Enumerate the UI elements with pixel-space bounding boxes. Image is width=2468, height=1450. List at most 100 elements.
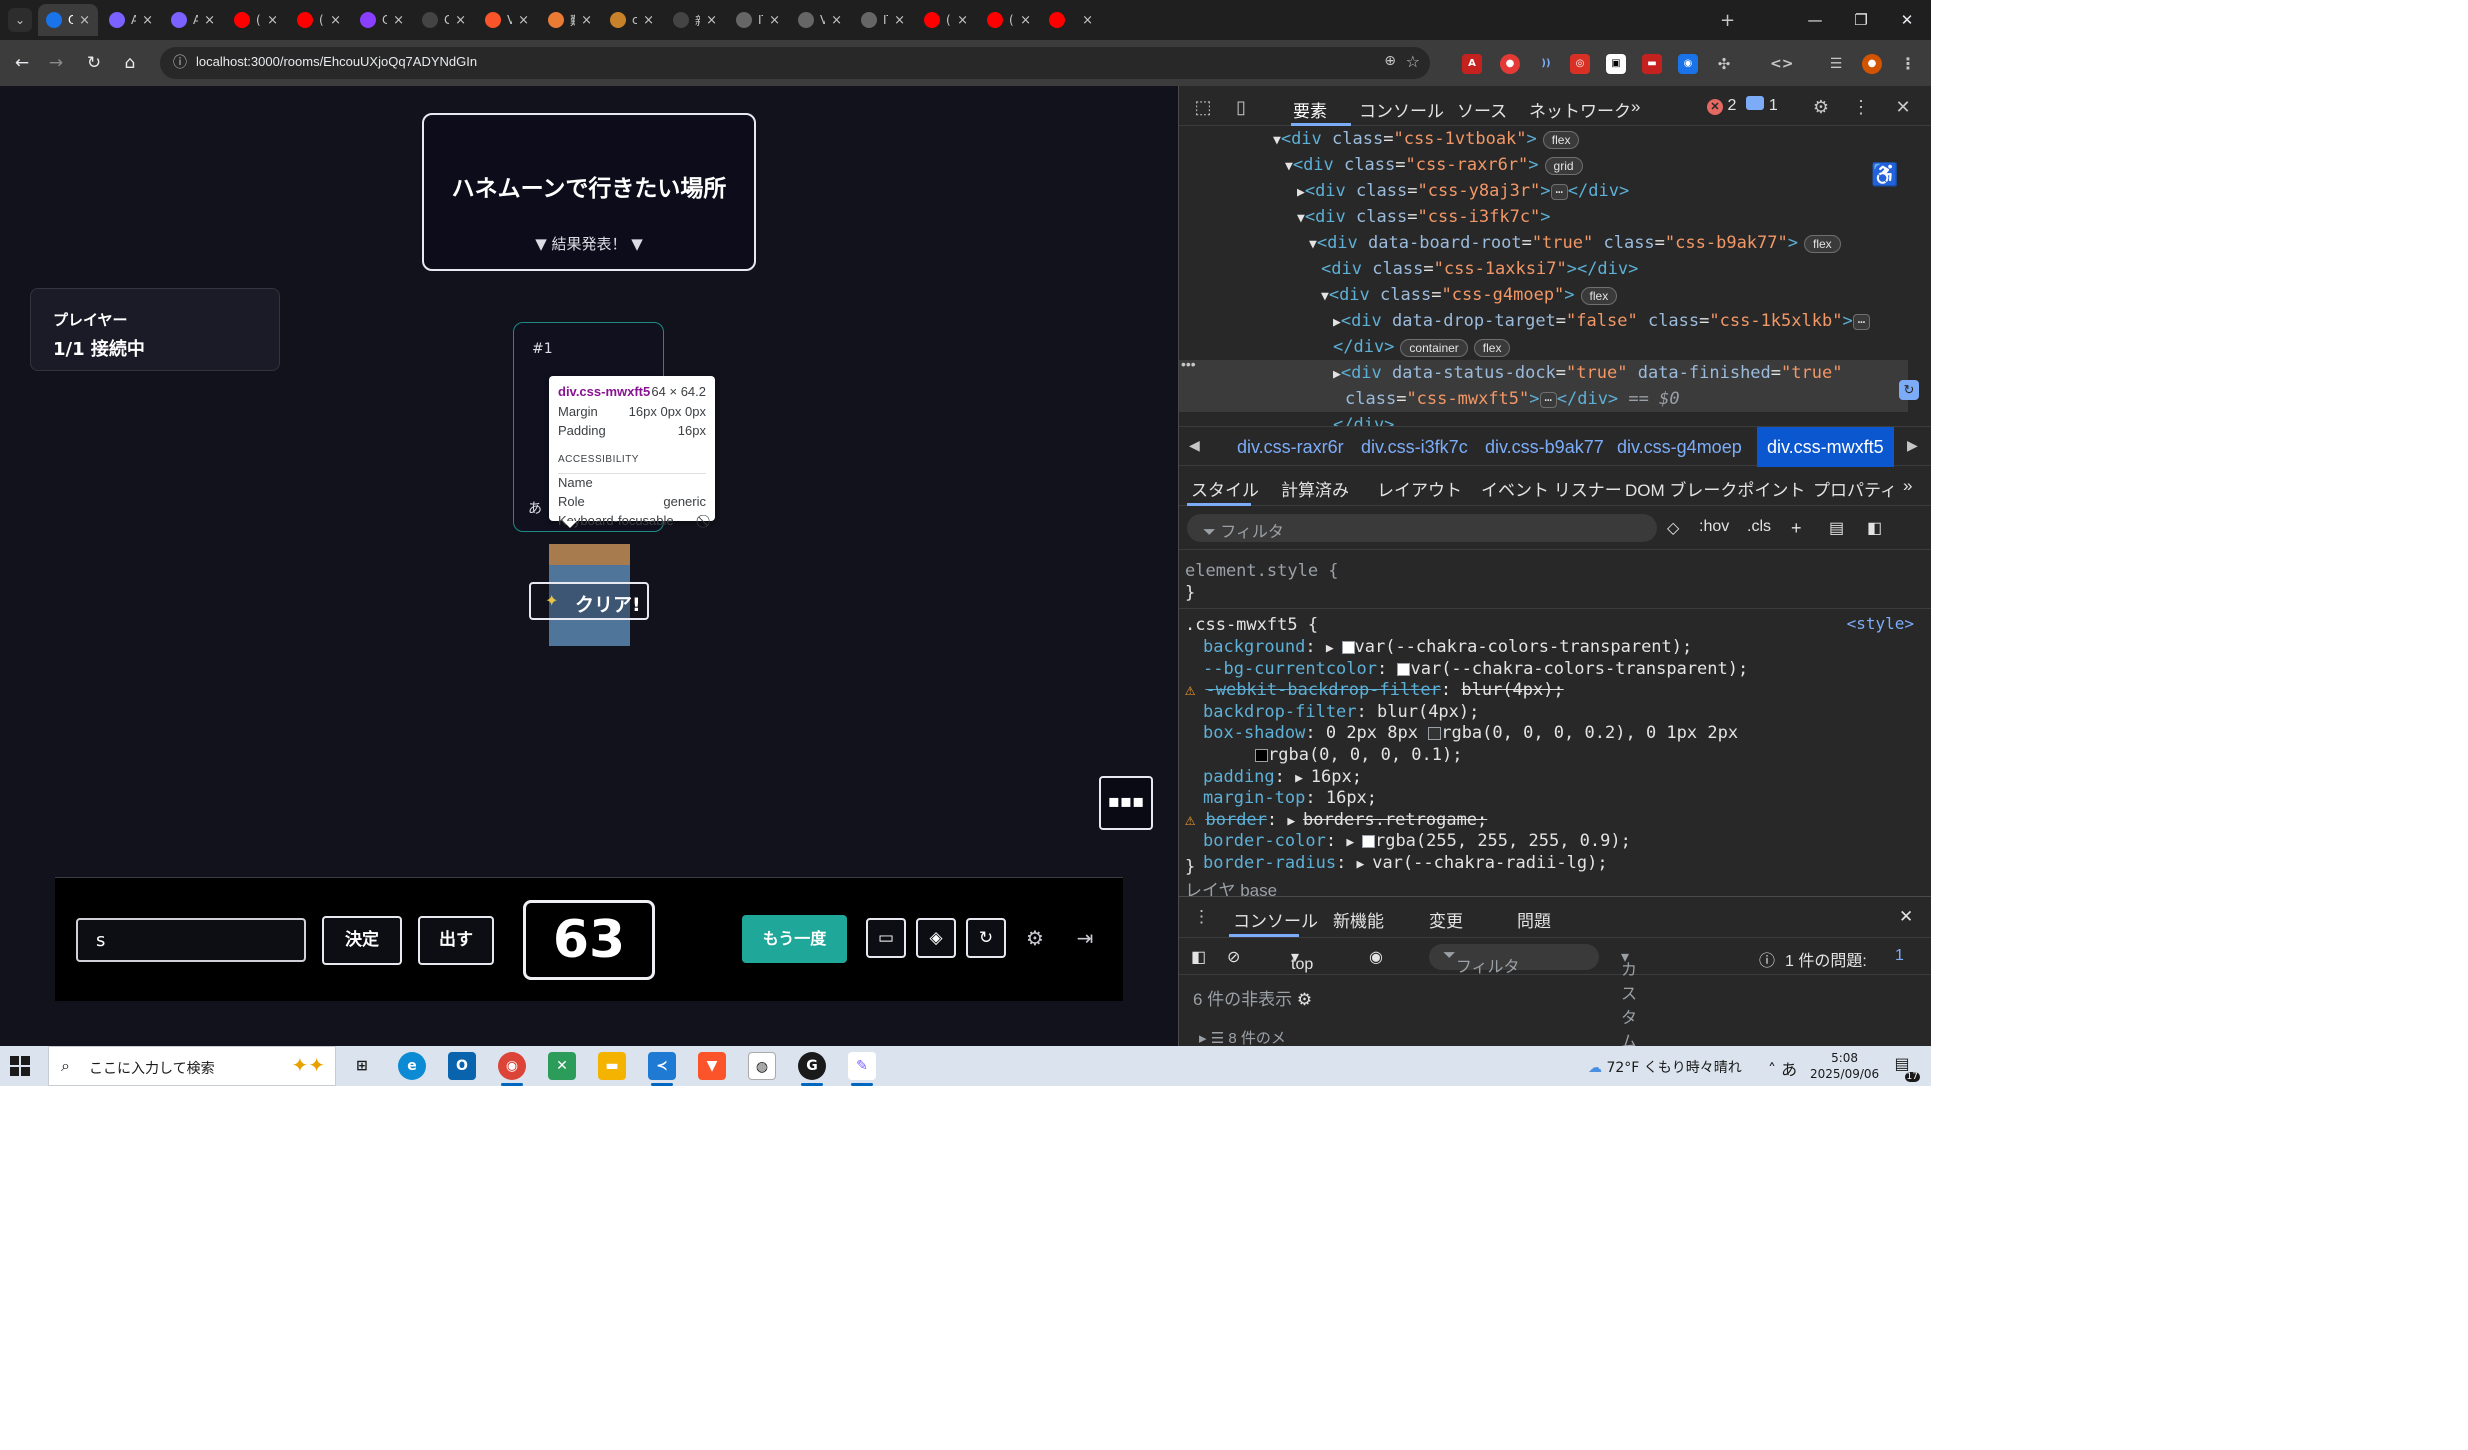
- reload-button[interactable]: ↻: [82, 51, 106, 75]
- tab-search-button[interactable]: ⌄: [8, 8, 32, 32]
- close-tab-icon[interactable]: ×: [1020, 13, 1031, 28]
- brave-icon[interactable]: ▼: [698, 1052, 726, 1080]
- css-declaration[interactable]: border-color: ▶ rgba(255, 255, 255, 0.9)…: [1185, 830, 1908, 852]
- breadcrumb-item[interactable]: div.css-g4moep: [1617, 437, 1742, 458]
- paint-icon[interactable]: ▤: [1829, 518, 1844, 538]
- css-declaration[interactable]: box-shadow: 0 2px 8px rgba(0, 0, 0, 0.2)…: [1185, 722, 1908, 744]
- expand-icon[interactable]: ▶: [1297, 185, 1305, 200]
- tab-network[interactable]: ネットワーク: [1529, 97, 1631, 122]
- close-tab-icon[interactable]: ×: [79, 13, 90, 28]
- task-view-icon[interactable]: ⊞: [348, 1052, 376, 1080]
- ime-indicator[interactable]: あ: [1781, 1060, 1797, 1079]
- home-button[interactable]: ⌂: [118, 51, 142, 75]
- close-window-button[interactable]: ✕: [1884, 0, 1930, 40]
- css-declaration[interactable]: margin-top: 16px;: [1185, 787, 1908, 809]
- extension-icon[interactable]: ◎: [1570, 54, 1590, 74]
- expand-icon[interactable]: ▼: [1297, 211, 1305, 226]
- extension-icon[interactable]: )): [1536, 54, 1556, 74]
- close-tab-icon[interactable]: ×: [769, 13, 780, 28]
- address-bar[interactable]: ⓘ localhost:3000/rooms/EhcouUXjoQq7ADYNd…: [160, 47, 1430, 79]
- clear-console-icon[interactable]: ⊘: [1227, 947, 1240, 967]
- dom-node-line[interactable]: ▼<div class="css-raxr6r"> grid: [1179, 152, 1908, 178]
- dom-node-line[interactable]: ▼<div data-board-root="true" class="css-…: [1179, 230, 1908, 256]
- tab-event-listeners[interactable]: イベント リスナー: [1481, 476, 1622, 501]
- visual-studio-icon[interactable]: ✕: [548, 1052, 576, 1080]
- extension-icon[interactable]: ▣: [1606, 54, 1626, 74]
- chrome-icon[interactable]: ◉: [498, 1052, 526, 1086]
- notification-button[interactable]: ▤ 17: [1890, 1054, 1920, 1082]
- browser-tab[interactable]: (118) ×: [289, 4, 349, 36]
- tab-layout[interactable]: レイアウト: [1377, 476, 1462, 501]
- rule-source-link[interactable]: <style>: [1847, 614, 1914, 633]
- settings-gear-icon[interactable]: ⚙: [1020, 923, 1050, 953]
- more-tabs-icon[interactable]: »: [1631, 97, 1640, 117]
- play-again-button[interactable]: もう一度: [742, 915, 847, 963]
- expand-icon[interactable]: ▼: [1285, 159, 1293, 174]
- browser-tab[interactable]: (118) ×: [226, 4, 286, 36]
- dom-node-line[interactable]: ▼<div class="css-g4moep"> flex: [1179, 282, 1908, 308]
- dom-node-line[interactable]: ▼<div class="css-1vtboak"> flex: [1179, 126, 1908, 152]
- zoom-icon[interactable]: ⊕: [1384, 53, 1396, 69]
- css-declaration[interactable]: background: ▶ var(--chakra-colors-transp…: [1185, 636, 1908, 658]
- css-declaration[interactable]: ⚠ -webkit-backdrop-filter: blur(4px);: [1185, 679, 1908, 701]
- more-options-icon[interactable]: ⋮: [1849, 95, 1873, 119]
- drawer-tab-console[interactable]: コンソール: [1233, 907, 1318, 932]
- clock[interactable]: 5:08 2025/09/06: [1810, 1050, 1879, 1082]
- breadcrumb-item-selected[interactable]: div.css-mwxft5: [1757, 427, 1894, 467]
- file-explorer-icon[interactable]: ▬: [598, 1052, 626, 1080]
- dom-node-line[interactable]: class="css-mwxft5"> ⋯ </div> == $0: [1179, 386, 1908, 412]
- chat-button[interactable]: ▪▪▪: [1099, 776, 1153, 830]
- dom-node-line[interactable]: </div> container flex: [1179, 334, 1908, 360]
- close-tab-icon[interactable]: ×: [581, 13, 592, 28]
- settings-gear-icon[interactable]: ⚙: [1297, 990, 1312, 1009]
- breadcrumb-item[interactable]: div.css-raxr6r: [1237, 437, 1344, 458]
- reset-button[interactable]: ↻: [966, 918, 1006, 958]
- drawer-menu-icon[interactable]: ⋮: [1193, 907, 1210, 927]
- dom-node-line[interactable]: <div class="css-1axksi7"></div>: [1179, 256, 1908, 282]
- tab-properties[interactable]: プロパティ: [1813, 476, 1897, 501]
- accessibility-icon[interactable]: ♿: [1871, 162, 1898, 188]
- browser-tab[interactable]: code ×: [602, 4, 662, 36]
- forward-button[interactable]: →: [44, 51, 68, 75]
- hov-toggle[interactable]: :hov: [1699, 518, 1729, 536]
- close-tab-icon[interactable]: ×: [957, 13, 968, 28]
- error-counter[interactable]: ✕ 2 1: [1707, 96, 1778, 115]
- css-declaration[interactable]: --bg-currentcolor: var(--chakra-colors-t…: [1185, 658, 1908, 680]
- browser-tab[interactable]: ITO ×: [728, 4, 788, 36]
- console-sidebar-icon[interactable]: ◧: [1191, 947, 1206, 967]
- reading-list-icon[interactable]: ☰: [1826, 54, 1846, 74]
- close-tab-icon[interactable]: ×: [894, 13, 905, 28]
- drawer-tab-issues[interactable]: 問題: [1517, 907, 1551, 932]
- expand-icon[interactable]: ▶: [1333, 367, 1341, 382]
- settings-gear-icon[interactable]: ⚙: [1809, 95, 1833, 119]
- browser-tab[interactable]: 【合 ×: [1041, 4, 1101, 36]
- breadcrumb-right-icon[interactable]: ▶: [1907, 437, 1918, 454]
- paint-icon[interactable]: ✎: [848, 1052, 876, 1086]
- vscode-icon[interactable]: ≺: [648, 1052, 676, 1086]
- add-rule-icon[interactable]: +: [1791, 518, 1802, 539]
- submit-card-button[interactable]: 出す: [418, 916, 494, 965]
- back-button[interactable]: ←: [10, 51, 34, 75]
- system-tray[interactable]: ˄ あ: [1768, 1056, 1797, 1080]
- browser-tab[interactable]: GitH ×: [414, 4, 474, 36]
- breadcrumb-item[interactable]: div.css-b9ak77: [1485, 437, 1604, 458]
- ellipsis-icon[interactable]: •••: [1181, 356, 1196, 372]
- browser-tab[interactable]: Anno ×: [101, 4, 161, 36]
- browser-tab[interactable]: Anno ×: [163, 4, 223, 36]
- drawer-tab-whats-new[interactable]: 新機能: [1333, 907, 1384, 932]
- browser-tab[interactable]: 新しい ×: [665, 4, 725, 36]
- breadcrumb-item[interactable]: div.css-i3fk7c: [1361, 437, 1468, 458]
- extension-icon[interactable]: ◉: [1678, 54, 1698, 74]
- log-level-select[interactable]: カスタムレベル ▾: [1621, 947, 1637, 1046]
- cls-toggle[interactable]: .cls: [1747, 518, 1771, 536]
- close-tab-icon[interactable]: ×: [706, 13, 717, 28]
- browser-tab[interactable]: VSco ×: [477, 4, 537, 36]
- close-tab-icon[interactable]: ×: [643, 13, 654, 28]
- device-toolbar-icon[interactable]: ▯: [1229, 95, 1253, 119]
- extensions-puzzle-icon[interactable]: ✣: [1714, 54, 1734, 74]
- expand-icon[interactable]: ▶: [1333, 315, 1341, 330]
- close-tab-icon[interactable]: ×: [1082, 13, 1093, 28]
- expand-icon[interactable]: ▼: [1321, 289, 1329, 304]
- eye-icon[interactable]: ◉: [1369, 947, 1383, 967]
- expand-icon[interactable]: ▼: [1309, 237, 1317, 252]
